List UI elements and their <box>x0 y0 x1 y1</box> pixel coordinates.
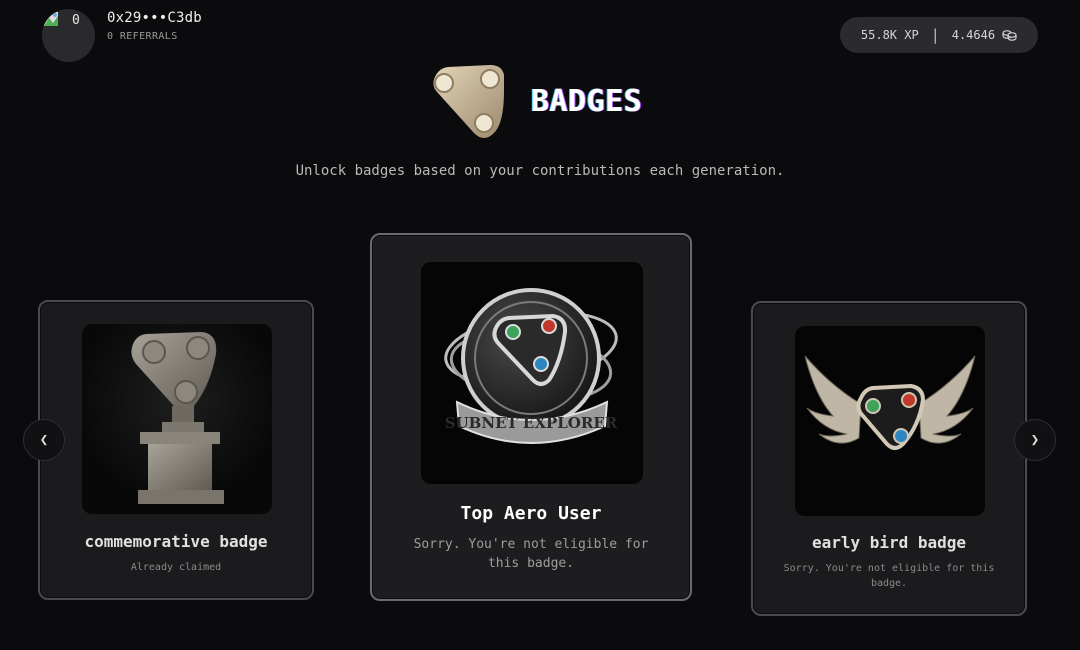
avatar[interactable]: 0 <box>42 9 95 62</box>
profile-count: 0 <box>72 13 80 28</box>
page-subtitle: Unlock badges based on your contribution… <box>295 163 785 179</box>
badge-status: Sorry. You're not eligible for this badg… <box>413 537 649 571</box>
badge-status: Already claimed <box>130 562 222 573</box>
badge-name: early bird badge <box>811 533 967 552</box>
badge-card-early-bird[interactable]: early bird badge Sorry. You're not eligi… <box>751 301 1027 616</box>
page-title: BADGES <box>531 84 643 119</box>
referrals-count: 0 REFERRALS <box>107 31 178 42</box>
carousel-next-button[interactable]: ❯ <box>1014 419 1056 461</box>
badge-logo-icon <box>433 65 504 138</box>
wallet-address[interactable]: 0x29•••C3db <box>107 10 202 26</box>
badge-card-top-aero-user[interactable]: SUBNET EXPLORER Top Aero User Sorry. You… <box>370 233 692 601</box>
chevron-left-icon: ❮ <box>39 432 49 448</box>
badge-name: commemorative badge <box>84 532 268 551</box>
badge-banner: SUBNET EXPLORER <box>445 414 618 432</box>
profile: 0 0x29•••C3db 0 REFERRALS <box>42 9 202 62</box>
stats-pill[interactable]: 55.8K XP | 4.4646 <box>840 17 1038 53</box>
broken-image-icon <box>44 12 58 26</box>
trophy-badge-icon <box>131 332 224 504</box>
xp-value: 55.8K XP <box>860 28 919 42</box>
badge-name: Top Aero User <box>460 503 602 524</box>
balance-value: 4.4646 <box>951 28 996 42</box>
badge-art <box>82 324 272 514</box>
coins-icon <box>1002 30 1017 41</box>
chevron-right-icon: ❯ <box>1030 432 1040 448</box>
winged-badge-icon <box>804 355 976 450</box>
carousel-prev-button[interactable]: ❮ <box>23 419 65 461</box>
badge-status: Sorry. You're not eligible for this badg… <box>783 563 995 589</box>
badge-card-commemorative[interactable]: commemorative badge Already claimed <box>38 300 314 600</box>
stats-separator: | <box>930 26 940 44</box>
subnet-explorer-badge-icon: SUBNET EXPLORER <box>444 288 618 444</box>
badge-art <box>795 326 985 516</box>
badge-art: SUBNET EXPLORER <box>421 262 643 484</box>
